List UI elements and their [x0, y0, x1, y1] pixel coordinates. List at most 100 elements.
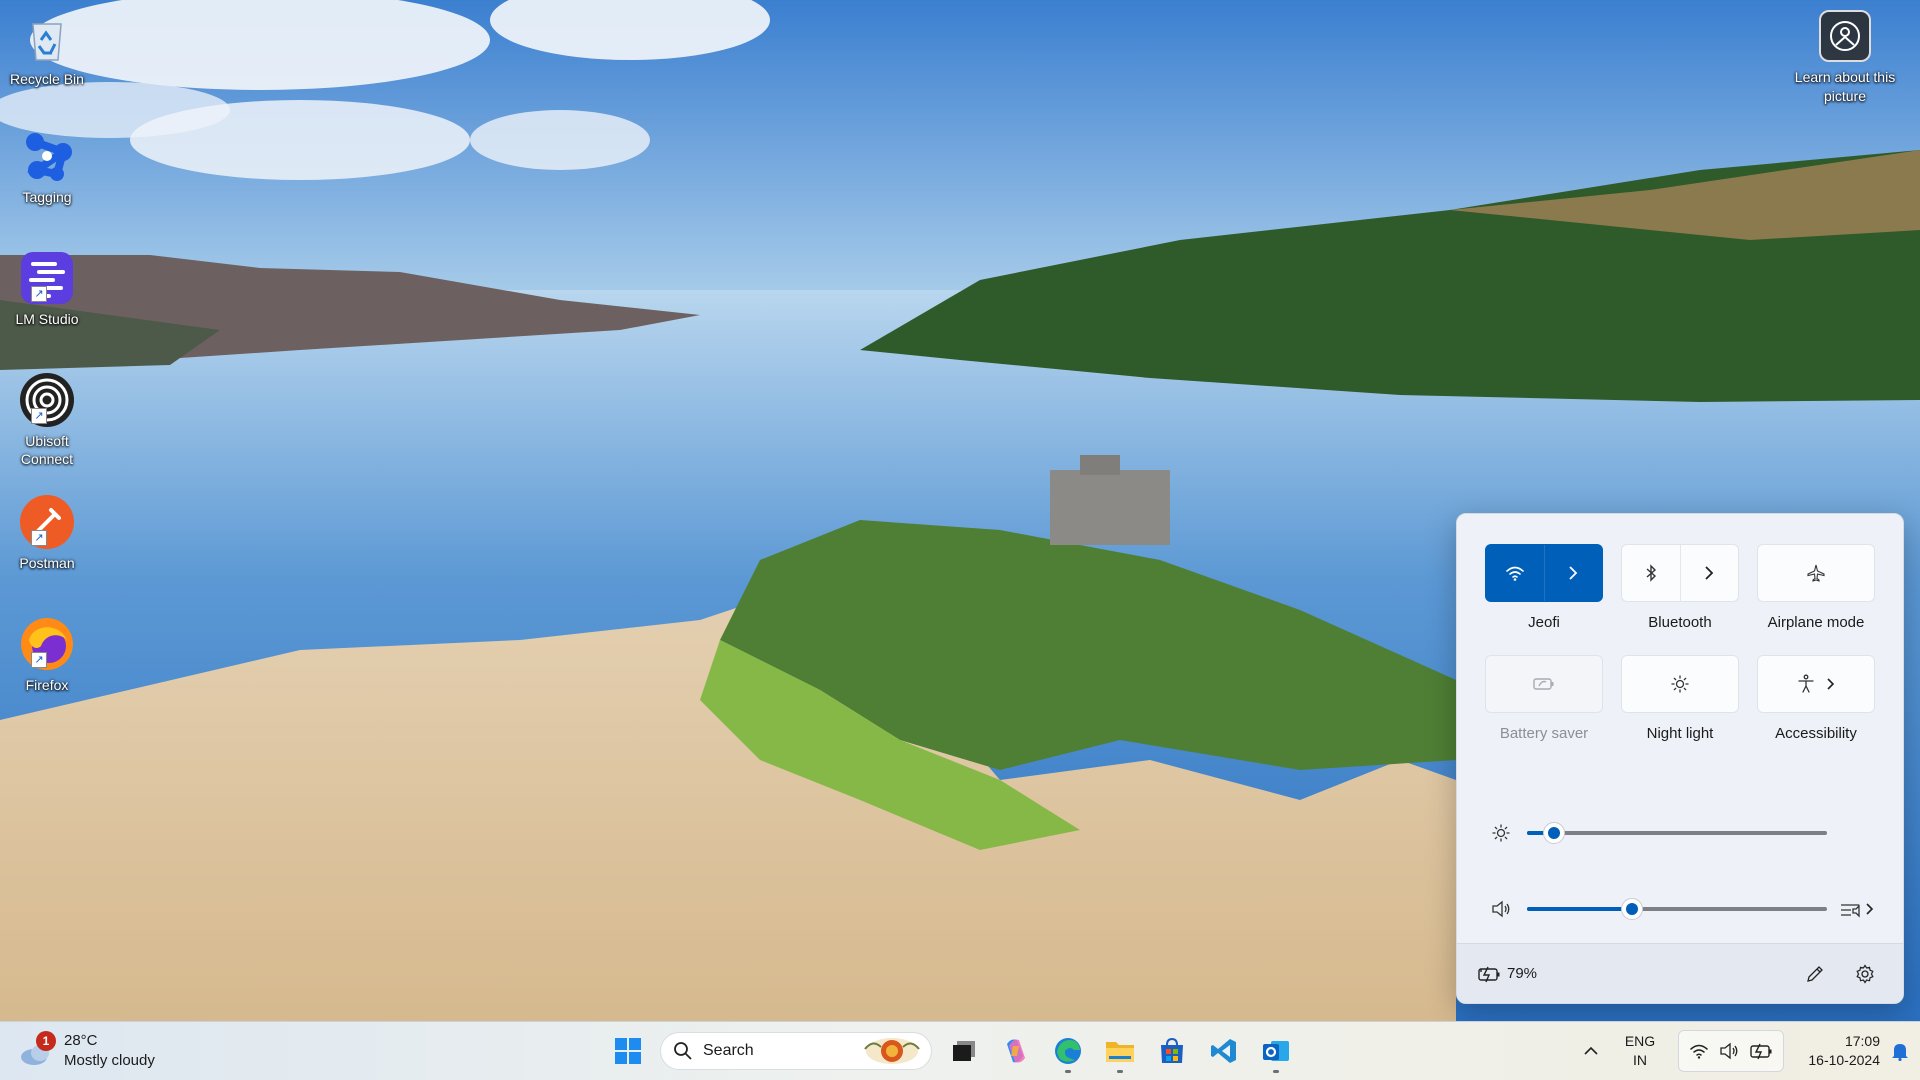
bluetooth-expand-button[interactable] [1679, 545, 1739, 601]
task-view-icon [953, 1041, 975, 1061]
pencil-icon [1807, 965, 1823, 982]
chevron-right-icon [1569, 566, 1578, 580]
notification-badge: 1 [36, 1031, 56, 1051]
tile-label: Airplane mode [1767, 614, 1865, 631]
clock-date: 16-10-2024 [1808, 1052, 1880, 1068]
volume-slider-row [1487, 894, 1887, 924]
start-icon [615, 1038, 641, 1064]
audio-output-button[interactable] [1839, 899, 1875, 919]
brightness-slider[interactable] [1527, 822, 1827, 844]
vscode-icon [1211, 1039, 1236, 1063]
speaker-icon[interactable] [1487, 900, 1515, 918]
desktop-icon-label: Recycle Bin [10, 71, 84, 87]
gear-icon [1856, 963, 1874, 984]
tile-airplane-mode: Airplane mode [1757, 544, 1875, 631]
show-hidden-icons-button[interactable] [1574, 1031, 1608, 1071]
shortcut-arrow-icon: ↗ [31, 286, 47, 302]
desktop-icon-label: LM Studio [15, 311, 79, 327]
quick-settings-panel: Jeofi Bluetooth Airplane mode Battery sa… [1456, 513, 1904, 1004]
volume-slider-fill [1527, 907, 1632, 911]
desktop-icon-label: Postman [19, 555, 75, 571]
lm-studio-icon: ↗ [19, 250, 75, 306]
recycle-bin-icon [19, 10, 75, 66]
cloudy-weather-icon: 1 [18, 1031, 56, 1069]
quick-settings-button[interactable] [1678, 1030, 1784, 1072]
notifications-button[interactable] [1880, 1041, 1920, 1061]
wifi-icon[interactable] [1486, 545, 1544, 601]
search-placeholder: Search [703, 1042, 754, 1059]
battery-charging-icon [1478, 966, 1500, 982]
weather-temperature: 28°C [64, 1032, 98, 1049]
desktop-icon-label: Firefox [25, 677, 69, 693]
wifi-icon [1690, 1044, 1708, 1059]
start-button[interactable] [602, 1028, 654, 1074]
outlook-button[interactable] [1250, 1028, 1302, 1074]
bluetooth-icon[interactable] [1622, 545, 1680, 601]
ubisoft-connect-icon: ↗ [19, 372, 75, 428]
brightness-icon [1487, 824, 1515, 842]
running-indicator [1065, 1070, 1071, 1073]
system-tray: ENG IN 17:09 16-10-2024 [1574, 1022, 1920, 1080]
task-view-button[interactable] [938, 1028, 990, 1074]
desktop-icon-ubisoft-connect[interactable]: ↗ Ubisoft Connect [4, 372, 90, 468]
accessibility-icon [1798, 674, 1814, 693]
copilot-button[interactable] [990, 1028, 1042, 1074]
tile-label: Jeofi [1528, 614, 1560, 631]
tile-label: Night light [1646, 725, 1714, 742]
edit-quick-settings-button[interactable] [1797, 956, 1833, 992]
learn-about-picture-label: Learn about this picture [1794, 69, 1896, 104]
volume-slider[interactable] [1527, 898, 1827, 920]
bluetooth-toggle[interactable] [1621, 544, 1739, 602]
tile-label: Battery saver [1499, 725, 1589, 742]
battery-status[interactable]: 79% [1477, 965, 1537, 983]
shortcut-arrow-icon: ↗ [31, 652, 47, 668]
tile-label: Accessibility [1775, 725, 1857, 742]
battery-percentage: 79% [1507, 965, 1538, 982]
desktop-icon-label: Tagging [22, 189, 72, 205]
running-indicator [1117, 1070, 1123, 1073]
shortcut-arrow-icon: ↗ [31, 408, 47, 424]
tile-bluetooth: Bluetooth [1621, 544, 1739, 631]
volume-slider-thumb[interactable] [1621, 898, 1643, 920]
postman-icon: ↗ [19, 494, 75, 550]
airplane-mode-toggle[interactable] [1757, 544, 1875, 602]
volume-icon [1720, 1042, 1738, 1060]
desktop-icon-label: Ubisoft Connect [20, 433, 74, 467]
accessibility-toggle[interactable] [1757, 655, 1875, 713]
desktop-icon-firefox[interactable]: ↗ Firefox [4, 616, 90, 694]
file-explorer-icon [1106, 1042, 1134, 1062]
edge-button[interactable] [1042, 1028, 1094, 1074]
all-settings-button[interactable] [1847, 956, 1883, 992]
copilot-icon [1007, 1039, 1025, 1063]
chevron-up-icon [1584, 1046, 1598, 1055]
file-explorer-button[interactable] [1094, 1028, 1146, 1074]
taskbar-search[interactable]: Search [660, 1032, 932, 1070]
clock[interactable]: 17:09 16-10-2024 [1790, 1032, 1880, 1070]
weather-widget[interactable]: 1 28°C Mostly cloudy [18, 1028, 155, 1074]
brightness-slider-thumb[interactable] [1543, 822, 1565, 844]
vscode-button[interactable] [1198, 1028, 1250, 1074]
desktop-icon-postman[interactable]: ↗ Postman [4, 494, 90, 572]
language-code: ENG [1624, 1033, 1656, 1049]
wifi-expand-button[interactable] [1543, 545, 1603, 601]
edge-icon [1055, 1038, 1081, 1064]
desktop-icon-recycle-bin[interactable]: Recycle Bin [4, 10, 90, 88]
input-language[interactable]: ENG IN [1608, 1032, 1672, 1070]
tile-wifi: Jeofi [1485, 544, 1603, 631]
chevron-right-icon [1866, 903, 1874, 915]
search-highlight-icon [864, 1038, 920, 1064]
store-button[interactable] [1146, 1028, 1198, 1074]
battery-saver-toggle[interactable] [1485, 655, 1603, 713]
desktop-icon-lm-studio[interactable]: ↗ LM Studio [4, 250, 90, 328]
taskbar-apps: Search [602, 1028, 1302, 1074]
learn-about-picture[interactable]: Learn about this picture [1790, 10, 1900, 106]
chevron-right-icon [1827, 678, 1835, 690]
chevron-right-icon [1705, 566, 1714, 580]
night-light-toggle[interactable] [1621, 655, 1739, 713]
wifi-toggle[interactable] [1485, 544, 1603, 602]
tile-night-light: Night light [1621, 655, 1739, 742]
tile-label: Bluetooth [1648, 614, 1712, 631]
quick-settings-footer: 79% [1457, 943, 1903, 1003]
desktop-icon-tagging[interactable]: Tagging [4, 128, 90, 206]
camera-icon [1819, 10, 1871, 62]
